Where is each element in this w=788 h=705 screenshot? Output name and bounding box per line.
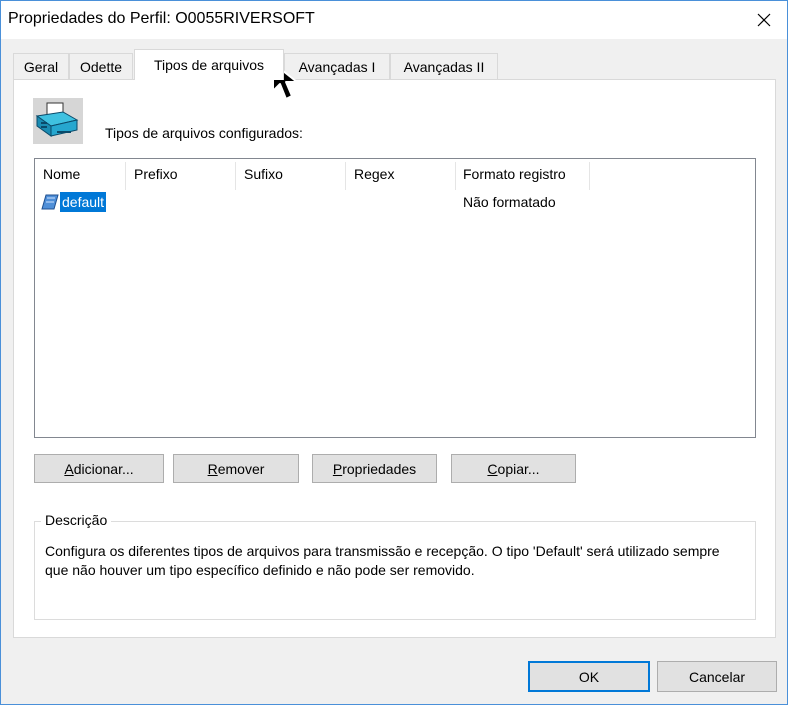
cancel-button[interactable]: Cancelar — [657, 661, 777, 692]
dialog-window: Propriedades do Perfil: O0055RIVERSOFT G… — [0, 0, 788, 705]
column-divider[interactable] — [345, 162, 346, 190]
column-header-formato-registro[interactable]: Formato registro — [463, 166, 566, 190]
close-button[interactable] — [741, 1, 787, 39]
tab-label: Odette — [79, 58, 123, 75]
button-label: opiar... — [497, 460, 540, 477]
tab-label: Avançadas II — [403, 58, 485, 75]
column-header-sufixo[interactable]: Sufixo — [244, 166, 283, 190]
file-types-list[interactable] — [34, 158, 756, 438]
printer-files-icon — [33, 98, 83, 144]
column-header-prefixo[interactable]: Prefixo — [134, 166, 178, 190]
tab-odette[interactable]: Odette — [69, 53, 133, 79]
column-divider[interactable] — [589, 162, 590, 190]
accel-char: P — [332, 460, 343, 477]
tab-label: Avançadas I — [298, 58, 376, 75]
tab-avancadas-ii[interactable]: Avançadas II — [390, 53, 498, 79]
column-header-nome[interactable]: Nome — [43, 166, 80, 190]
column-divider[interactable] — [455, 162, 456, 190]
add-button[interactable]: Adicionar... — [34, 454, 164, 483]
description-title: Descrição — [41, 512, 112, 528]
file-type-icon — [41, 194, 59, 210]
tab-label: Geral — [23, 58, 59, 75]
column-divider[interactable] — [125, 162, 126, 190]
section-label: Tipos de arquivos configurados: — [105, 125, 303, 141]
title-bar[interactable]: Propriedades do Perfil: O0055RIVERSOFT — [1, 1, 787, 39]
tab-tipos-de-arquivos[interactable]: Tipos de arquivos — [134, 49, 284, 80]
row-name[interactable]: default — [60, 192, 107, 212]
close-icon — [757, 13, 771, 27]
column-divider[interactable] — [235, 162, 236, 190]
remove-button[interactable]: Remover — [173, 454, 299, 483]
accel-char: A — [64, 460, 74, 477]
ok-button[interactable]: OK — [528, 661, 650, 692]
button-label: emover — [217, 460, 265, 477]
accel-char: C — [487, 460, 498, 477]
window-title: Propriedades do Perfil: O0055RIVERSOFT — [8, 10, 315, 27]
accel-char: R — [207, 460, 218, 477]
tab-label: Tipos de arquivos — [154, 57, 264, 73]
row-formato: Não formatado — [463, 194, 556, 210]
column-header-regex[interactable]: Regex — [354, 166, 394, 190]
description-text: Configura os diferentes tipos de arquivo… — [45, 543, 720, 578]
button-label: ropriedades — [342, 460, 417, 477]
button-label: dicionar... — [73, 460, 134, 477]
copy-button[interactable]: Copiar... — [451, 454, 576, 483]
properties-button[interactable]: Propriedades — [312, 454, 437, 483]
tab-geral[interactable]: Geral — [13, 53, 69, 79]
